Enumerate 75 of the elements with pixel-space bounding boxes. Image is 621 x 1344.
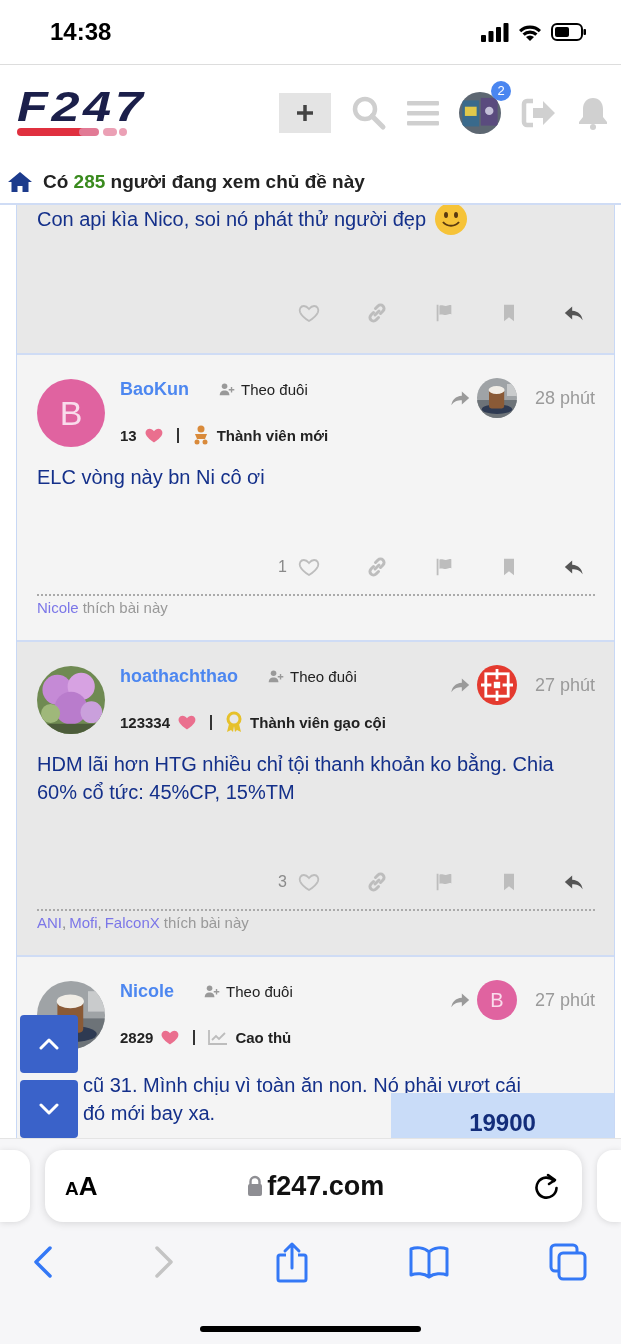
tabs-icon[interactable] bbox=[549, 1243, 587, 1281]
heart-count: 13 bbox=[120, 426, 137, 444]
status-time: 14:38 bbox=[50, 18, 112, 46]
heart-icon bbox=[177, 713, 198, 731]
post-time[interactable]: 27 phút bbox=[534, 674, 595, 696]
menu-icon[interactable] bbox=[407, 98, 439, 127]
heart-icon[interactable] bbox=[297, 302, 321, 324]
chevron-down-icon bbox=[39, 1103, 59, 1115]
scroll-up-button[interactable] bbox=[20, 1015, 78, 1073]
battery-icon bbox=[551, 22, 587, 42]
post-body: HDM lãi hơn HTG nhiều chỉ tội thanh khoản ko bằng. Chia 60% cổ tức: 45%CP, 15%TM bbox=[37, 752, 555, 805]
share-icon[interactable] bbox=[274, 1241, 309, 1283]
heart-count: 123334 bbox=[120, 713, 171, 731]
url-text: f247.com bbox=[267, 1170, 385, 1202]
book-icon[interactable] bbox=[407, 1245, 450, 1279]
likes-text: thích bài này bbox=[82, 599, 168, 616]
rank-label: Thành viên gạo cội bbox=[250, 713, 386, 731]
rank-label: Thành viên mới bbox=[216, 426, 329, 444]
username-link[interactable]: Nicole bbox=[120, 980, 175, 1002]
home-icon[interactable] bbox=[7, 170, 33, 193]
liker-link[interactable]: Mofi bbox=[69, 914, 98, 931]
follow-button[interactable]: Theo đuôi bbox=[204, 982, 293, 1000]
chevron-up-icon bbox=[39, 1038, 59, 1050]
post-body: ELC vòng này bn Ni cô ơi bbox=[37, 465, 266, 490]
likes-text: thích bài này bbox=[163, 914, 249, 931]
link-icon[interactable] bbox=[365, 870, 389, 894]
rank-label: Cao thủ bbox=[235, 1028, 292, 1046]
link-icon[interactable] bbox=[365, 301, 389, 325]
follow-button[interactable]: Theo đuôi bbox=[268, 667, 357, 685]
address-bar[interactable]: AA f247.com bbox=[45, 1150, 582, 1222]
like-count: 1 bbox=[278, 558, 287, 576]
new-post-button[interactable] bbox=[279, 92, 331, 133]
heart-icon bbox=[160, 1028, 181, 1046]
heart-count: 2829 bbox=[120, 1028, 154, 1046]
medal-icon bbox=[225, 711, 244, 733]
letter-avatar[interactable]: B bbox=[37, 379, 105, 447]
notification-badge: 2 bbox=[491, 80, 511, 101]
person-add-icon bbox=[204, 983, 221, 999]
smiley-icon bbox=[434, 205, 468, 236]
text-size-button[interactable]: AA bbox=[65, 1170, 98, 1202]
scroll-down-button[interactable] bbox=[20, 1080, 78, 1138]
heart-icon[interactable] bbox=[297, 871, 321, 893]
bell-icon[interactable] bbox=[577, 95, 609, 130]
search-icon[interactable] bbox=[351, 94, 387, 131]
separator-text: , bbox=[62, 914, 67, 931]
post-text-line: đó mới bay xa. bbox=[83, 1101, 216, 1126]
liker-link[interactable]: FalconX bbox=[104, 914, 160, 931]
username-link[interactable]: hoathachthao bbox=[120, 665, 238, 687]
post-time[interactable]: 28 phút bbox=[534, 387, 595, 409]
person-add-icon bbox=[268, 668, 284, 684]
letter-avatar[interactable]: B bbox=[476, 980, 517, 1020]
username-link[interactable]: BaoKun bbox=[120, 378, 189, 400]
liker-link[interactable]: ANI bbox=[37, 914, 62, 931]
post-body: Con api kìa Nico, soi nó phát thử người đẹp bbox=[37, 205, 595, 233]
lock-icon bbox=[247, 1175, 264, 1197]
post-time[interactable]: 27 phút bbox=[534, 989, 595, 1011]
liker-link[interactable]: Nicole bbox=[37, 599, 79, 616]
person-add-icon bbox=[219, 381, 235, 397]
site-logo[interactable]: F247 bbox=[17, 88, 149, 126]
heart-icon[interactable] bbox=[297, 556, 321, 578]
adjacent-tab-card[interactable] bbox=[597, 1150, 621, 1222]
plus-icon bbox=[295, 102, 315, 123]
back-icon[interactable] bbox=[32, 1245, 54, 1279]
price-box: 19900 bbox=[391, 1093, 614, 1138]
reload-icon[interactable] bbox=[534, 1172, 560, 1200]
adjacent-tab-card[interactable] bbox=[0, 1150, 30, 1222]
follow-button[interactable]: Theo đuôi bbox=[219, 380, 308, 398]
logout-icon[interactable] bbox=[521, 97, 557, 128]
like-count: 3 bbox=[278, 873, 287, 891]
signal-icon bbox=[481, 22, 509, 42]
viewers-text: Có 285 người đang xem chủ đề này bbox=[43, 170, 365, 193]
chart-icon bbox=[208, 1029, 229, 1045]
heart-icon bbox=[143, 426, 164, 444]
link-icon[interactable] bbox=[365, 555, 389, 579]
separator-text: , bbox=[97, 914, 102, 931]
